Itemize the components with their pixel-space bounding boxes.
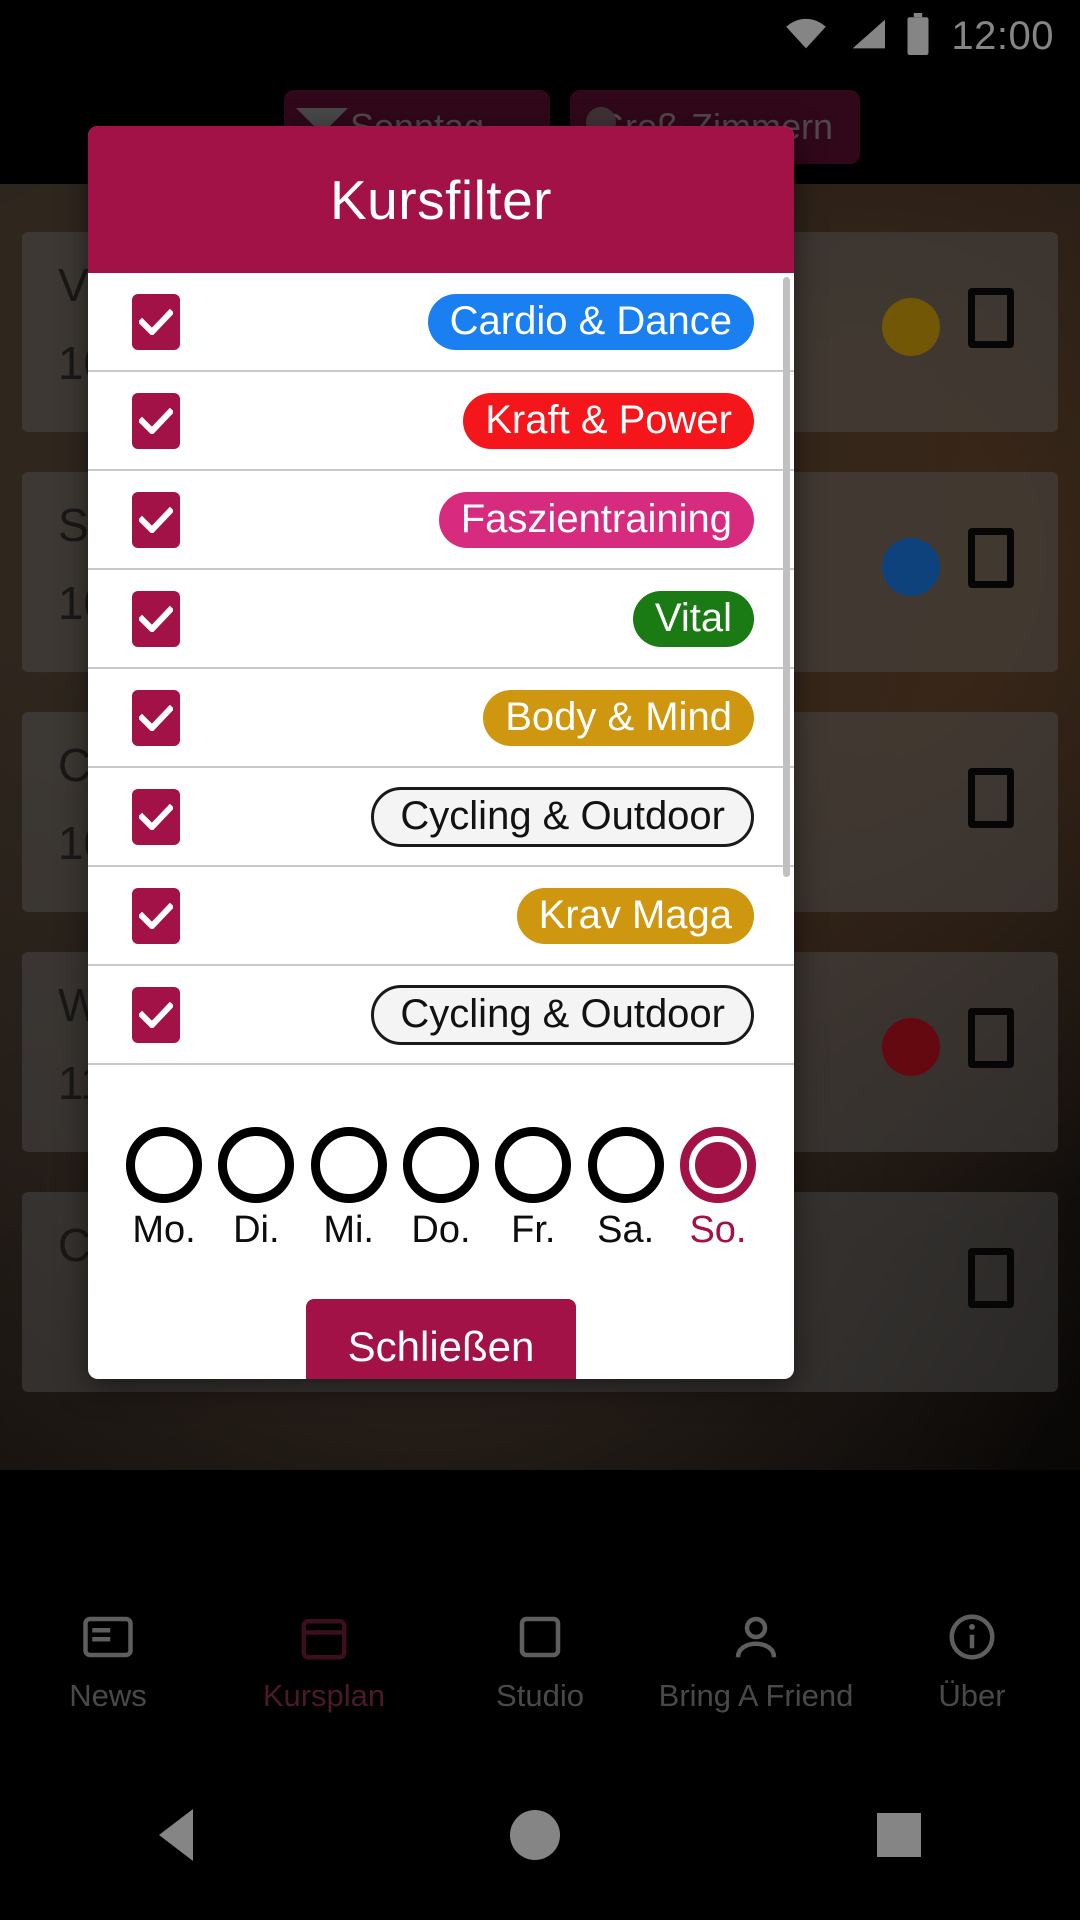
- day-item-mi[interactable]: Mi.: [303, 1126, 395, 1252]
- day-circle-icon: [218, 1126, 295, 1203]
- day-item-sa[interactable]: Sa.: [580, 1126, 672, 1252]
- day-circle-icon: [495, 1126, 572, 1203]
- day-circle-icon: [310, 1126, 387, 1203]
- filter-checkbox[interactable]: [132, 689, 180, 746]
- category-chip[interactable]: Cardio & Dance: [427, 293, 754, 350]
- kursfilter-dialog: Kursfilter Cardio & Dance Kraft & Power Fa…: [88, 126, 794, 1379]
- filter-checkbox[interactable]: [132, 293, 180, 350]
- filter-row[interactable]: Vital: [88, 570, 794, 669]
- day-item-so[interactable]: So.: [672, 1126, 764, 1252]
- day-selected-dot: [320, 1136, 378, 1194]
- dialog-footer: Schließen: [88, 1279, 794, 1379]
- filter-row[interactable]: Cardio & Dance: [88, 273, 794, 372]
- day-label: Fr.: [511, 1208, 556, 1251]
- day-selected-dot: [135, 1136, 193, 1194]
- day-selected-dot: [412, 1136, 470, 1194]
- day-label: Mo.: [132, 1208, 196, 1251]
- day-label: Do.: [411, 1208, 471, 1251]
- category-chip[interactable]: Body & Mind: [483, 689, 754, 746]
- category-chip[interactable]: Cycling & Outdoor: [371, 984, 754, 1045]
- day-circle-icon: [679, 1126, 756, 1203]
- filter-checkbox[interactable]: [132, 788, 180, 845]
- filter-checkbox[interactable]: [132, 986, 180, 1043]
- day-selected-dot: [597, 1136, 655, 1194]
- category-chip[interactable]: Krav Maga: [516, 887, 754, 944]
- filter-row[interactable]: Faszientraining: [88, 471, 794, 570]
- day-selected-dot: [227, 1136, 285, 1194]
- day-selected-dot: [504, 1136, 562, 1194]
- filter-list[interactable]: Cardio & Dance Kraft & Power Faszientraini…: [88, 273, 794, 1083]
- category-chip[interactable]: Cycling & Outdoor: [371, 786, 754, 847]
- category-chip[interactable]: Faszientraining: [438, 491, 754, 548]
- day-label: Mi.: [323, 1208, 374, 1251]
- phone-screen: Sonntag Groß-Zimmern Vi 10 St 10 Cy 10 W…: [0, 0, 1080, 1920]
- day-circle-icon: [587, 1126, 664, 1203]
- filter-row[interactable]: Body & Mind: [88, 669, 794, 768]
- category-chip[interactable]: Kraft & Power: [463, 392, 754, 449]
- filter-checkbox[interactable]: [132, 590, 180, 647]
- filter-row[interactable]: Krav Maga: [88, 867, 794, 966]
- day-selected-dot: [688, 1135, 747, 1194]
- list-scrollbar[interactable]: [783, 277, 790, 877]
- day-item-mo[interactable]: Mo.: [118, 1126, 210, 1252]
- day-item-fr[interactable]: Fr.: [487, 1126, 579, 1252]
- filter-row[interactable]: Cycling & Outdoor: [88, 966, 794, 1065]
- day-item-di[interactable]: Di.: [210, 1126, 302, 1252]
- filter-checkbox[interactable]: [132, 392, 180, 449]
- category-chip[interactable]: Vital: [632, 590, 754, 647]
- close-button[interactable]: Schließen: [305, 1299, 577, 1379]
- filter-checkbox[interactable]: [132, 491, 180, 548]
- day-label: Di.: [233, 1208, 280, 1251]
- day-circle-icon: [126, 1126, 202, 1203]
- day-label: Sa.: [597, 1208, 655, 1251]
- filter-row[interactable]: Cycling & Outdoor: [88, 768, 794, 867]
- dialog-header: Kursfilter: [88, 126, 794, 273]
- filter-checkbox[interactable]: [132, 887, 180, 944]
- filter-row[interactable]: Kraft & Power: [88, 372, 794, 471]
- day-selector[interactable]: Mo. Di. Mi. Do. Fr. Sa. So.: [88, 1083, 794, 1279]
- dialog-title: Kursfilter: [330, 168, 552, 231]
- day-item-do[interactable]: Do.: [395, 1126, 487, 1252]
- day-circle-icon: [402, 1126, 479, 1203]
- day-label: So.: [689, 1208, 747, 1251]
